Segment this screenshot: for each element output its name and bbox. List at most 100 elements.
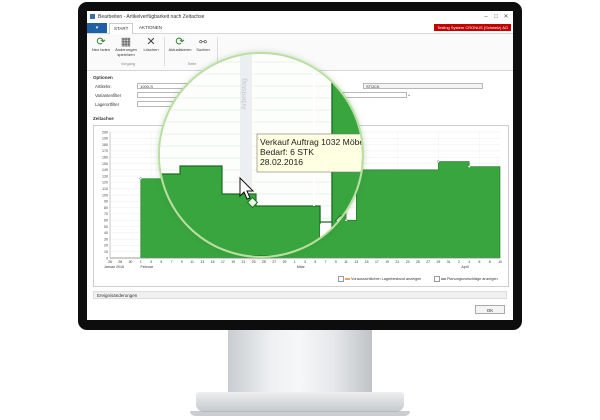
y-tick-label: 200: [102, 130, 108, 134]
y-tick-label: 130: [102, 174, 108, 178]
x-tick-label: 1: [140, 260, 142, 264]
group-seite: Seite: [187, 62, 197, 66]
file-menu-button[interactable]: ▾: [87, 23, 107, 33]
close-icon[interactable]: ✕: [501, 13, 511, 20]
x-tick-label: 29: [437, 260, 441, 264]
x-tick-label: 27: [426, 260, 430, 264]
x-tick-label: 13: [354, 260, 358, 264]
company-badge: Testing System CRONUS (Schweiz) AG: [434, 24, 511, 31]
x-tick-label: 29: [283, 260, 287, 264]
x-tick-label: 27: [272, 260, 276, 264]
month-label: April: [461, 265, 468, 269]
y-tick-label: 170: [102, 149, 108, 153]
watermark-text: Arbeitstag: [241, 78, 248, 110]
y-tick-label: 20: [104, 244, 108, 248]
x-tick-label: 1: [294, 260, 296, 264]
y-tick-label: 120: [102, 181, 108, 185]
x-tick-label: 30: [129, 260, 133, 264]
options-heading: Optionen: [93, 75, 113, 80]
ribbon-separator: [164, 37, 165, 66]
month-label: Februar: [140, 265, 153, 269]
x-tick-label: 21: [395, 260, 399, 264]
legend-swatch: [345, 278, 350, 280]
window-title: Bearbeiten - Artikelverfügbarkeit nach Z…: [98, 14, 205, 20]
y-tick-label: 70: [104, 212, 108, 216]
tab-aktionen[interactable]: AKTIONEN: [135, 23, 166, 33]
x-tick-label: 9: [335, 260, 337, 264]
x-tick-label: 26: [108, 260, 112, 264]
y-tick-label: 160: [102, 156, 108, 160]
y-tick-label: 150: [102, 162, 108, 166]
x-tick-label: 17: [375, 260, 379, 264]
update-button[interactable]: ⟳ Aktualisieren: [167, 36, 193, 53]
x-tick-label: 4: [468, 260, 470, 264]
x-tick-label: 2: [458, 260, 460, 264]
reload-button[interactable]: ⟳ Neu laden: [90, 36, 112, 53]
y-tick-label: 60: [104, 219, 108, 223]
minimize-icon[interactable]: –: [481, 14, 491, 20]
search-button[interactable]: ⚯ Suchen: [192, 36, 214, 53]
x-tick-label: 10: [498, 260, 502, 264]
x-tick-label: 3: [304, 260, 306, 264]
x-tick-label: 25: [416, 260, 420, 264]
tooltip-line: Bedarf: 6 STK: [260, 147, 314, 157]
x-tick-label: 23: [252, 260, 256, 264]
x-tick-label: 31: [447, 260, 451, 264]
zoomed-chart: Arbeitstag Verkauf Auftrag 1032 Möbel Mel…: [160, 54, 362, 256]
ok-button[interactable]: OK: [475, 305, 505, 314]
ribbon-tabs: ▾ START AKTIONEN Testing System CRONUS (…: [87, 23, 513, 35]
variant-filter-label: Variantenfilter: [95, 93, 122, 98]
y-tick-label: 180: [102, 143, 108, 147]
checkbox[interactable]: [338, 276, 344, 282]
x-tick-label: 5: [160, 260, 162, 264]
x-tick-label: 6: [479, 260, 481, 264]
x-tick-label: 7: [325, 260, 327, 264]
tooltip-line: 28.02.2016: [260, 157, 303, 167]
y-tick-label: 80: [104, 206, 108, 210]
checkbox[interactable]: [434, 276, 440, 282]
x-tick-label: 13: [200, 260, 204, 264]
x-tick-label: 25: [262, 260, 266, 264]
monitor-stand-base: [196, 392, 404, 412]
y-tick-label: 140: [102, 168, 108, 172]
events-section-header[interactable]: Ereignisänderungen: [93, 291, 507, 299]
maximize-icon[interactable]: □: [491, 14, 501, 20]
x-tick-label: 7: [171, 260, 173, 264]
y-tick-label: 190: [102, 137, 108, 141]
tooltip-line: Verkauf Auftrag 1032 Möbel Meller: [260, 137, 362, 147]
delete-button[interactable]: ✕ Löschen: [140, 36, 162, 53]
item-no-label: Artikelnr.: [95, 84, 112, 89]
unit-field: STÜCK: [363, 83, 483, 89]
legend-projected-inventory[interactable]: Voraussichtlichen Lagerbestand anzeigen: [338, 276, 421, 282]
monitor-stand-neck: [228, 330, 372, 394]
x-tick-label: 9: [181, 260, 183, 264]
timeline-heading: Zeitachse: [93, 116, 114, 121]
x-tick-label: 3: [150, 260, 152, 264]
y-tick-label: 30: [104, 237, 108, 241]
location-filter-label: Lagerortfilter: [95, 102, 120, 107]
window-controls: – □ ✕: [481, 13, 511, 20]
x-tick-label: 21: [242, 260, 246, 264]
month-label: Januar 2016: [104, 265, 124, 269]
x-tick-label: 23: [406, 260, 410, 264]
month-label: März: [297, 265, 305, 269]
y-tick-label: 10: [104, 250, 108, 254]
x-tick-label: 19: [385, 260, 389, 264]
app-icon: [90, 14, 95, 19]
x-tick-label: 11: [344, 260, 348, 264]
magnifier-lens: Arbeitstag Verkauf Auftrag 1032 Möbel Mel…: [158, 52, 364, 258]
y-tick-label: 40: [104, 231, 108, 235]
save-changes-button[interactable]: ▦ Änderungen speichern: [113, 36, 139, 57]
y-tick-label: 110: [102, 187, 108, 191]
x-tick-label: 8: [489, 260, 491, 264]
x-tick-label: 15: [365, 260, 369, 264]
tooltip: Verkauf Auftrag 1032 Möbel MellerBedarf:…: [256, 133, 362, 173]
x-tick-label: 17: [221, 260, 225, 264]
x-tick-label: 5: [314, 260, 316, 264]
chevron-down-icon[interactable]: ⌄: [407, 92, 411, 98]
y-tick-label: 90: [104, 200, 108, 204]
y-tick-label: 100: [102, 193, 108, 197]
group-vorgang: Vorgang: [120, 62, 136, 66]
legend-planning-suggestions[interactable]: Planungsvorschläge anzeigen: [434, 276, 498, 282]
x-tick-label: 11: [190, 260, 194, 264]
